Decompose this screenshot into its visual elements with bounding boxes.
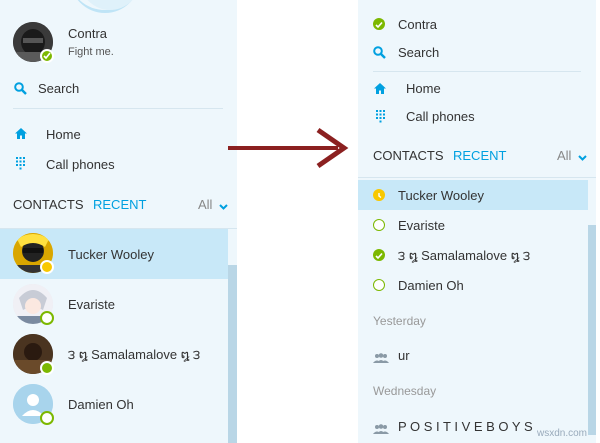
group-name: ur [398, 348, 410, 363]
nav-home[interactable]: Home [46, 127, 81, 142]
online-status-icon [373, 249, 385, 261]
away-status-icon [40, 260, 54, 274]
dialpad-icon [16, 157, 25, 175]
divider [13, 108, 223, 109]
nav-home[interactable]: Home [406, 81, 441, 96]
watermark: wsxdn.com [537, 428, 588, 439]
group-name: P O S I T I V E B O Y S [398, 419, 533, 434]
filter-label: All [557, 148, 572, 163]
profile-name[interactable]: Contra [68, 26, 107, 41]
left-panel [0, 0, 237, 443]
contact-name: ౩ ໘ Samalamalove ໘ ౩ [68, 347, 201, 362]
scrollbar[interactable] [228, 265, 237, 443]
offline-status-icon [40, 411, 54, 425]
tab-recent[interactable]: RECENT [93, 197, 146, 212]
tab-recent[interactable]: RECENT [453, 148, 506, 163]
online-status-icon [373, 18, 385, 30]
group-icon [373, 421, 389, 439]
group-icon [373, 350, 389, 368]
contact-name: Evariste [398, 218, 445, 233]
online-status-icon [40, 361, 54, 375]
divider [358, 177, 596, 178]
offline-status-icon [40, 311, 54, 325]
chevron-down-icon [578, 149, 587, 164]
home-icon [373, 82, 387, 100]
nav-call-phones[interactable]: Call phones [406, 109, 475, 124]
status-name[interactable]: Contra [398, 17, 437, 32]
filter-dropdown[interactable]: All [198, 197, 228, 213]
divider [373, 71, 581, 72]
nav-call-phones[interactable]: Call phones [46, 157, 115, 172]
filter-label: All [198, 197, 213, 212]
search-button[interactable]: Search [398, 45, 439, 60]
right-panel [358, 0, 596, 443]
offline-status-icon [373, 279, 385, 291]
right-arrow-icon [226, 124, 350, 177]
chevron-down-icon [219, 198, 228, 213]
contact-name: Damien Oh [68, 397, 134, 412]
filter-dropdown[interactable]: All [557, 148, 587, 164]
away-status-icon [373, 189, 385, 201]
contact-name: Evariste [68, 297, 115, 312]
search-icon[interactable] [14, 82, 27, 100]
tab-contacts[interactable]: CONTACTS [13, 197, 84, 212]
search-button[interactable]: Search [38, 81, 79, 96]
section-heading: Yesterday [373, 314, 426, 328]
home-icon [14, 127, 28, 145]
scrollbar[interactable] [588, 225, 596, 435]
contact-name: Damien Oh [398, 278, 464, 293]
online-status-icon [40, 49, 54, 63]
tab-contacts[interactable]: CONTACTS [373, 148, 444, 163]
offline-status-icon [373, 219, 385, 231]
contact-name: Tucker Wooley [68, 247, 154, 262]
contact-name: Tucker Wooley [398, 188, 484, 203]
dialpad-icon [376, 110, 385, 128]
section-heading: Wednesday [373, 384, 437, 398]
search-icon[interactable] [373, 46, 386, 64]
contact-name: ౩ ໘ Samalamalove ໘ ౩ [398, 248, 531, 263]
profile-mood[interactable]: Fight me. [68, 46, 114, 58]
